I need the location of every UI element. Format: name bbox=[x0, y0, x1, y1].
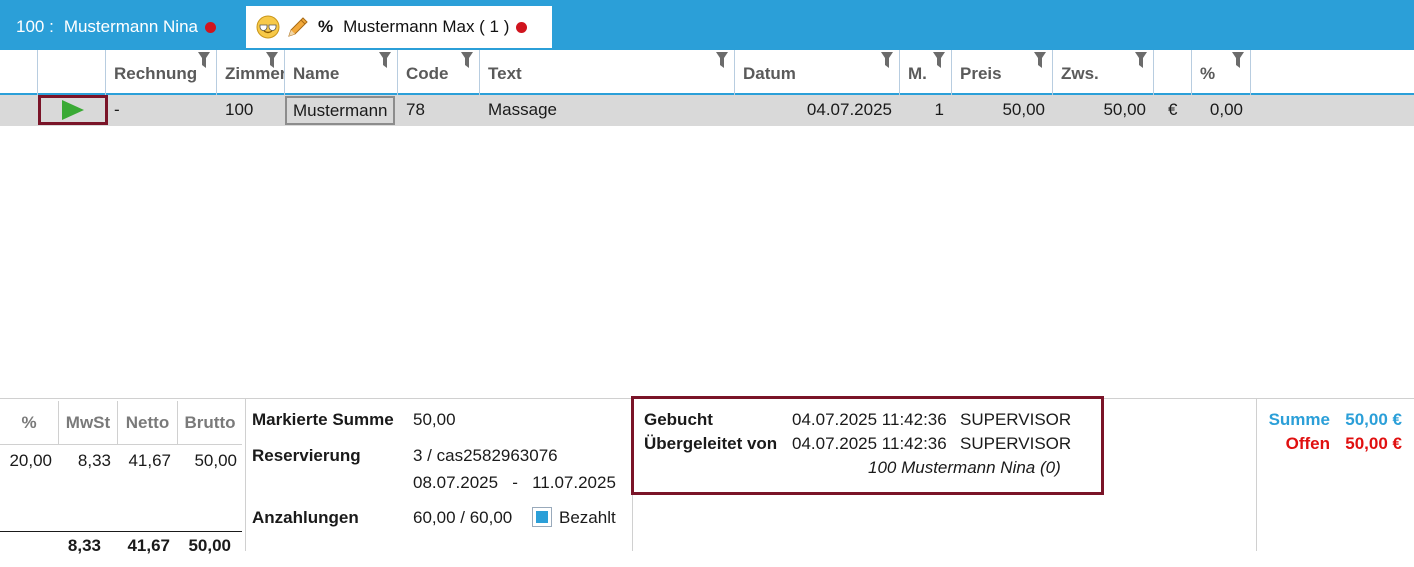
column-header-indicator bbox=[0, 50, 38, 95]
anzahlungen-value: 60,00 / 60,00 bbox=[413, 508, 513, 527]
tax-header-netto: Netto bbox=[118, 401, 178, 445]
grid-header: Rechnung Zimmer Name Code Text Datum M. … bbox=[0, 48, 1414, 95]
filter-icon[interactable] bbox=[461, 52, 473, 68]
tax-row-mwst: 8,33 bbox=[77, 451, 111, 470]
cell-percent: 0,00 bbox=[1209, 100, 1243, 119]
cell-zimmer: 100 bbox=[225, 100, 254, 119]
uebergeleitet-source: 100 Mustermann Nina (0) bbox=[868, 458, 1061, 477]
table-row[interactable]: - 100 78 Massage 04.07.2025 1 50,00 50,0… bbox=[0, 95, 1414, 126]
tax-row-percent: 20,00 bbox=[9, 451, 52, 470]
markierte-summe-label: Markierte Summe bbox=[252, 410, 394, 429]
column-header-code[interactable]: Code bbox=[398, 50, 480, 95]
reservierung-dates: 08.07.2025 - 11.07.2025 bbox=[413, 473, 616, 492]
filter-icon[interactable] bbox=[933, 52, 945, 68]
play-icon bbox=[62, 100, 84, 120]
gebucht-label: Gebucht bbox=[644, 410, 713, 429]
column-header-preis[interactable]: Preis bbox=[952, 50, 1053, 95]
filter-icon[interactable] bbox=[716, 52, 728, 68]
tab-mustermann-nina[interactable]: 100 : Mustermann Nina bbox=[0, 6, 240, 48]
bezahlt-checkbox[interactable] bbox=[532, 507, 552, 527]
filter-icon[interactable] bbox=[379, 52, 391, 68]
tax-header-mwst: MwSt bbox=[59, 401, 118, 445]
checkbox-checked-icon bbox=[536, 511, 548, 523]
cell-currency: € bbox=[1168, 100, 1178, 119]
column-header-datum[interactable]: Datum bbox=[735, 50, 900, 95]
filter-icon[interactable] bbox=[266, 52, 278, 68]
divider bbox=[1256, 398, 1257, 551]
reservierung-label: Reservierung bbox=[252, 446, 361, 465]
bezahlt-label: Bezahlt bbox=[559, 508, 616, 527]
tab-bar: 100 : Mustermann Nina % Mustermann Max (… bbox=[0, 0, 1414, 48]
cell-datum: 04.07.2025 bbox=[806, 100, 892, 119]
markierte-summe-value: 50,00 bbox=[413, 410, 456, 429]
column-header-percent[interactable]: % bbox=[1192, 50, 1251, 95]
cell-code: 78 bbox=[406, 100, 425, 119]
uebergeleitet-datetime: 04.07.2025 11:42:36 bbox=[792, 434, 947, 453]
tax-header-brutto: Brutto bbox=[178, 401, 242, 445]
tab-room-number: 100 : bbox=[16, 17, 54, 36]
uebergeleitet-label: Übergeleitet von bbox=[644, 434, 778, 453]
filter-icon[interactable] bbox=[198, 52, 210, 68]
tax-header-percent: % bbox=[0, 401, 59, 445]
status-dot-icon bbox=[204, 21, 216, 33]
column-header-zws[interactable]: Zws. bbox=[1053, 50, 1154, 95]
status-dot-icon bbox=[516, 21, 528, 33]
tab-label: Mustermann Nina bbox=[63, 17, 198, 36]
divider bbox=[245, 398, 246, 551]
tab-mustermann-max[interactable]: % Mustermann Max ( 1 ) bbox=[246, 6, 552, 48]
filter-icon[interactable] bbox=[881, 52, 893, 68]
column-header-menge[interactable]: M. bbox=[900, 50, 952, 95]
filter-icon[interactable] bbox=[1135, 52, 1147, 68]
column-header-currency bbox=[1154, 50, 1192, 95]
cell-text: Massage bbox=[488, 100, 557, 119]
anzahlungen-label: Anzahlungen bbox=[252, 508, 359, 527]
cell-name-editor[interactable]: Mustermann bbox=[285, 96, 395, 125]
cell-preis: 50,00 bbox=[1002, 100, 1045, 119]
cell-rechnung: - bbox=[114, 100, 120, 119]
column-header-zimmer[interactable]: Zimmer bbox=[217, 50, 285, 95]
tab-label: Mustermann Max ( 1 ) bbox=[343, 17, 510, 36]
tax-row-netto: 41,67 bbox=[128, 451, 171, 470]
pencil-icon bbox=[288, 17, 308, 37]
filter-icon[interactable] bbox=[1232, 52, 1244, 68]
gebucht-user: SUPERVISOR bbox=[960, 410, 1072, 429]
gebucht-datetime: 04.07.2025 11:42:36 bbox=[792, 410, 947, 429]
tax-total-brutto: 50,00 bbox=[188, 536, 231, 555]
offen-label: Offen bbox=[1285, 434, 1330, 453]
cell-zws: 50,00 bbox=[1103, 100, 1146, 119]
smiley-sunglasses-icon bbox=[256, 15, 280, 39]
cell-menge: 1 bbox=[934, 100, 944, 119]
offen-value: 50,00 € bbox=[1345, 434, 1402, 453]
reservierung-value[interactable]: 3 / cas2582963076 bbox=[413, 446, 558, 466]
column-header-rechnung[interactable]: Rechnung bbox=[106, 50, 217, 95]
tab-percent: % bbox=[318, 17, 334, 36]
column-header-play bbox=[38, 50, 106, 95]
column-header-name[interactable]: Name bbox=[285, 50, 398, 95]
row-play-button[interactable] bbox=[38, 95, 108, 125]
column-header-text[interactable]: Text bbox=[480, 50, 735, 95]
uebergeleitet-user: SUPERVISOR bbox=[960, 434, 1072, 453]
tax-total-mwst: 8,33 bbox=[67, 536, 101, 555]
tax-sum-line bbox=[0, 531, 242, 532]
summe-value: 50,00 € bbox=[1345, 410, 1402, 429]
summe-label: Summe bbox=[1268, 410, 1330, 429]
tax-total-netto: 41,67 bbox=[127, 536, 170, 555]
tax-row-brutto: 50,00 bbox=[194, 451, 237, 470]
filter-icon[interactable] bbox=[1034, 52, 1046, 68]
